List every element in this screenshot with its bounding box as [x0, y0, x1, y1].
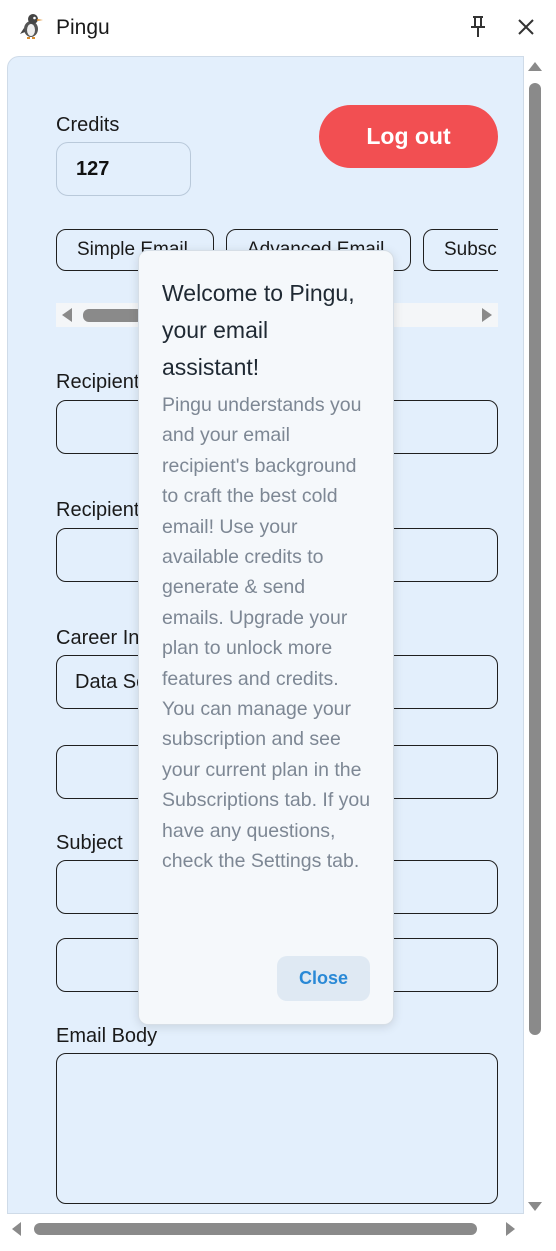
tabs-scroll-left-icon[interactable] [62, 308, 72, 322]
logout-button[interactable]: Log out [319, 105, 498, 168]
horizontal-scrollbar[interactable] [6, 1218, 522, 1240]
title-bar: Pingu [0, 0, 556, 56]
scroll-up-arrow-icon[interactable] [528, 62, 542, 71]
modal-description: Pingu understands you and your email rec… [162, 394, 371, 873]
horizontal-scroll-thumb[interactable] [34, 1223, 477, 1235]
window-title: Pingu [56, 16, 110, 39]
credits-label: Credits [56, 114, 120, 136]
vertical-scroll-thumb[interactable] [529, 83, 541, 1035]
modal-title: Welcome to Pingu, your email assistant! [162, 280, 355, 380]
recipient-label: Recipient [56, 371, 140, 393]
tabs-scroll-right-icon[interactable] [482, 308, 492, 322]
credits-value: 127 [56, 142, 191, 196]
email-body-label: Email Body [56, 1025, 158, 1047]
pin-icon[interactable] [466, 14, 490, 40]
close-icon[interactable] [514, 14, 538, 40]
pingu-logo-icon [20, 14, 43, 39]
scroll-right-arrow-icon[interactable] [506, 1222, 515, 1236]
modal-close-button[interactable]: Close [277, 956, 370, 1001]
scroll-down-arrow-icon[interactable] [528, 1202, 542, 1211]
recipient-label-2: Recipient [56, 499, 140, 521]
tab-subscriptions[interactable]: Subscriptions [423, 229, 498, 271]
subject-label: Subject [56, 832, 123, 854]
scroll-left-arrow-icon[interactable] [12, 1222, 21, 1236]
welcome-modal: Welcome to Pingu, your email assistant! … [138, 250, 394, 1025]
vertical-scrollbar[interactable] [526, 56, 546, 1216]
tabs-scroll-thumb[interactable] [83, 309, 143, 322]
email-body-textarea[interactable] [56, 1053, 498, 1204]
